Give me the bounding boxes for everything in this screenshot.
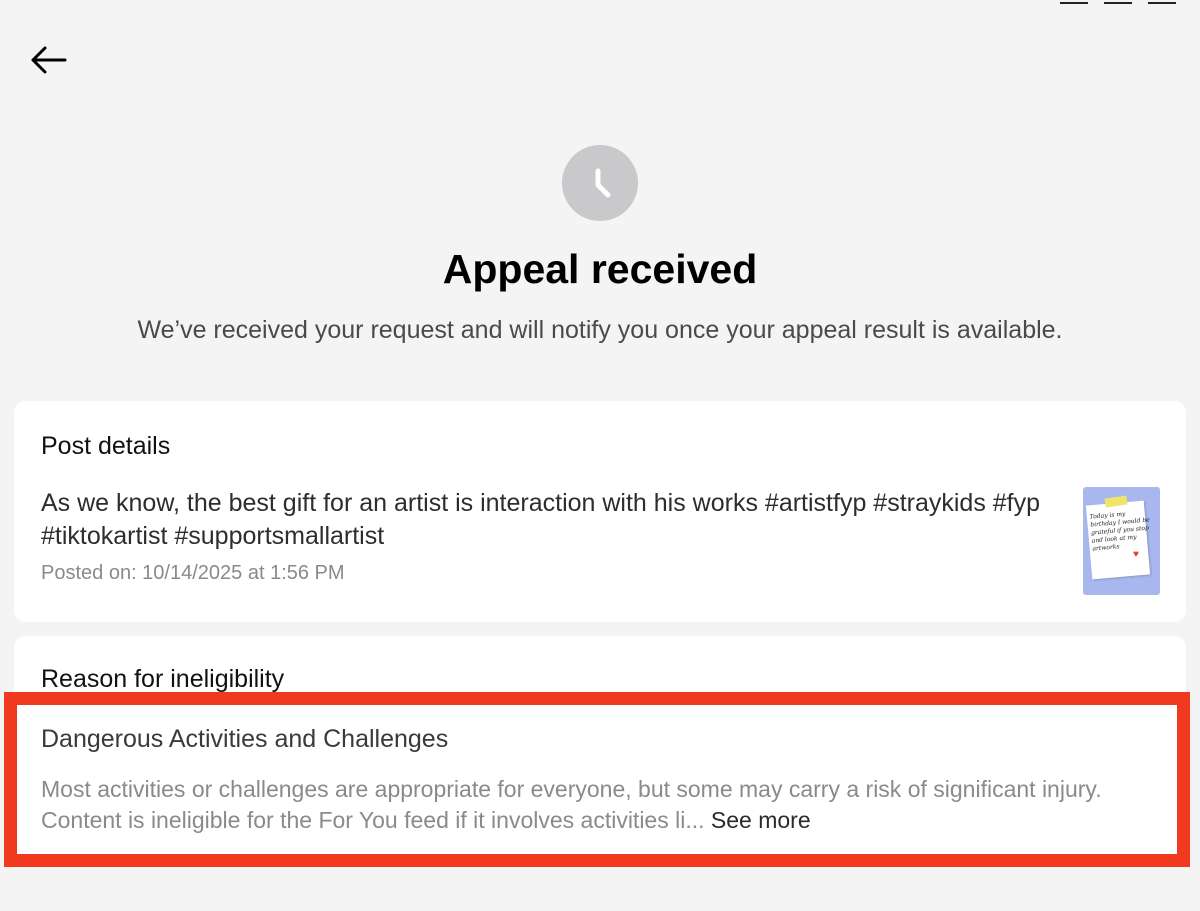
heart-icon: ♥ [1133, 549, 1139, 560]
thumbnail-text: Today is my birthday I would be grateful… [1089, 510, 1151, 553]
page-subtitle: We’ve received your request and will not… [137, 316, 1063, 344]
reason-title: Dangerous Activities and Challenges [41, 725, 449, 753]
see-more-link[interactable]: See more [711, 807, 811, 833]
status-clock-badge [562, 145, 638, 221]
post-caption: As we know, the best gift for an artist … [41, 489, 1041, 550]
post-thumbnail[interactable]: Today is my birthday I would be grateful… [1083, 487, 1160, 595]
back-button[interactable] [26, 40, 70, 80]
reason-heading: Reason for ineligibility [41, 665, 285, 693]
post-details-card: Post details As we know, the best gift f… [14, 401, 1186, 622]
wifi-icon [1148, 0, 1176, 4]
posted-on-date: Posted on: 10/14/2025 at 1:56 PM [41, 562, 345, 584]
signal-icon [1104, 0, 1132, 4]
status-bar [0, 0, 1200, 10]
reason-description-text: Most activities or challenges are approp… [41, 776, 1102, 833]
post-details-heading: Post details [41, 432, 171, 460]
clock-icon [595, 168, 611, 198]
status-icons [1060, 0, 1176, 4]
arrow-left-icon [31, 46, 67, 74]
battery-icon [1060, 0, 1088, 4]
page-title: Appeal received [442, 246, 758, 292]
reason-highlight-box: Dangerous Activities and Challenges Most… [4, 692, 1190, 867]
reason-description: Most activities or challenges are approp… [41, 774, 1141, 836]
